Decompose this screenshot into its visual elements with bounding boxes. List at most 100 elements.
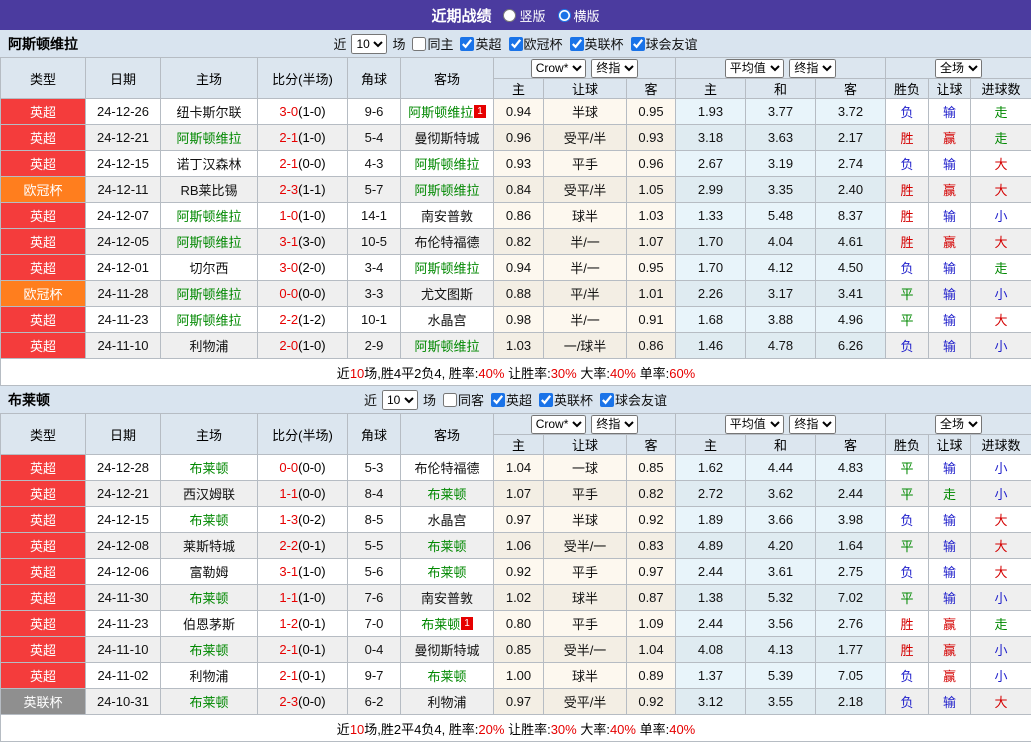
league-filter-friendly[interactable]: 球会友谊 bbox=[626, 34, 698, 53]
match-date: 24-12-05 bbox=[86, 229, 161, 255]
fulltime-score: 2-1 bbox=[279, 130, 298, 145]
odds-away: 0.86 bbox=[627, 333, 676, 359]
result-goals: 大 bbox=[971, 559, 1031, 585]
match-date: 24-12-15 bbox=[86, 151, 161, 177]
layout-option-horizontal[interactable]: 横版 bbox=[558, 6, 600, 25]
match-row: 英超24-12-15诺丁汉森林2-1(0-0)4-3阿斯顿维拉0.93平手0.9… bbox=[1, 151, 1031, 177]
friendly-checkbox[interactable] bbox=[631, 37, 645, 51]
avg-home: 1.46 bbox=[676, 333, 746, 359]
result-handicap: 输 bbox=[929, 455, 971, 481]
odds-handicap: 球半 bbox=[544, 663, 627, 689]
odds-period-select[interactable]: 终指 bbox=[591, 415, 638, 434]
ucl-checkbox[interactable] bbox=[509, 37, 523, 51]
team-name: 布莱顿 bbox=[189, 513, 228, 528]
avg-home: 4.89 bbox=[676, 533, 746, 559]
away-team: 布莱顿1 bbox=[401, 611, 494, 637]
odds-source-header: Crow* 终指 bbox=[494, 414, 676, 435]
summary-segment: 大率: bbox=[577, 366, 610, 381]
away-team: 南安普敦 bbox=[401, 203, 494, 229]
result-handicap: 赢 bbox=[929, 229, 971, 255]
odds-away: 0.87 bbox=[627, 585, 676, 611]
page-title: 近期战绩 bbox=[431, 5, 491, 26]
team-name: 南安普敦 bbox=[421, 209, 473, 224]
team-name: 布伦特福德 bbox=[414, 461, 479, 476]
avg-period-select[interactable]: 终指 bbox=[789, 59, 836, 78]
odds-handicap: 平手 bbox=[544, 481, 627, 507]
efl-cup-checkbox[interactable] bbox=[570, 37, 584, 51]
same-home-checkbox[interactable] bbox=[412, 37, 426, 51]
summary-segment: 让胜率: bbox=[504, 366, 550, 381]
team-name: 布莱顿 bbox=[189, 643, 228, 658]
result-goals: 小 bbox=[971, 663, 1031, 689]
team-name: 诺丁汉森林 bbox=[176, 157, 241, 172]
summary-segment: 场,胜2平4负4, 胜率: bbox=[364, 722, 478, 737]
corner-score: 5-5 bbox=[348, 533, 401, 559]
corner-score: 10-5 bbox=[348, 229, 401, 255]
scope-select[interactable]: 全场 bbox=[935, 59, 982, 78]
away-team: 尤文图斯 bbox=[401, 281, 494, 307]
team-name: 布莱顿 bbox=[189, 461, 228, 476]
filter-bar-brighton: 布莱顿 近 10 场 同客 英超 英联杯 球会友谊 bbox=[0, 386, 1031, 413]
summary-brighton: 近10场,胜2平4负4, 胜率:20% 让胜率:30% 大率:40% 单率:40… bbox=[1, 715, 1031, 742]
halftime-score: (0-1) bbox=[298, 668, 325, 683]
avg-source-select[interactable]: 平均值 bbox=[725, 59, 784, 78]
recent-count-select[interactable]: 10 bbox=[382, 390, 418, 410]
avg-draw: 4.04 bbox=[746, 229, 816, 255]
away-team: 曼彻斯特城 bbox=[401, 125, 494, 151]
odds-handicap: 球半 bbox=[544, 203, 627, 229]
result-outcome: 负 bbox=[886, 333, 929, 359]
home-team: 伯恩茅斯 bbox=[161, 611, 258, 637]
epl-checkbox[interactable] bbox=[491, 393, 505, 407]
home-team: 利物浦 bbox=[161, 333, 258, 359]
league-filter-efl-cup[interactable]: 英联杯 bbox=[565, 34, 624, 53]
league-filter-epl[interactable]: 英超 bbox=[455, 34, 501, 53]
avg-period-select[interactable]: 终指 bbox=[789, 415, 836, 434]
odds-source-select[interactable]: Crow* bbox=[531, 415, 586, 434]
league-filter-ucl[interactable]: 欧冠杯 bbox=[504, 34, 563, 53]
same-away-filter[interactable]: 同客 bbox=[438, 390, 484, 409]
odds-period-select[interactable]: 终指 bbox=[591, 59, 638, 78]
result-outcome: 负 bbox=[886, 255, 929, 281]
layout-option-vertical[interactable]: 竖版 bbox=[503, 6, 545, 25]
same-home-filter[interactable]: 同主 bbox=[407, 34, 453, 53]
result-handicap: 赢 bbox=[929, 177, 971, 203]
avg-draw: 3.62 bbox=[746, 481, 816, 507]
score: 1-0(1-0) bbox=[258, 203, 348, 229]
avg-draw: 4.44 bbox=[746, 455, 816, 481]
odds-source-select[interactable]: Crow* bbox=[531, 59, 586, 78]
corner-score: 8-5 bbox=[348, 507, 401, 533]
team-name: 西汉姆联 bbox=[183, 487, 235, 502]
odds-away: 0.91 bbox=[627, 307, 676, 333]
vertical-radio[interactable] bbox=[503, 9, 516, 22]
epl-checkbox[interactable] bbox=[460, 37, 474, 51]
col-header-score: 比分(半场) bbox=[258, 414, 348, 455]
avg-source-select[interactable]: 平均值 bbox=[725, 415, 784, 434]
match-row: 英超24-12-07阿斯顿维拉1-0(1-0)14-1南安普敦0.86球半1.0… bbox=[1, 203, 1031, 229]
result-goals: 小 bbox=[971, 333, 1031, 359]
fulltime-score: 3-1 bbox=[279, 564, 298, 579]
league-filter-epl[interactable]: 英超 bbox=[486, 390, 532, 409]
score: 3-1(1-0) bbox=[258, 559, 348, 585]
odds-away: 0.97 bbox=[627, 559, 676, 585]
horizontal-radio[interactable] bbox=[558, 9, 571, 22]
odds-handicap: 半球 bbox=[544, 507, 627, 533]
league-filter-friendly[interactable]: 球会友谊 bbox=[595, 390, 667, 409]
efl-cup-checkbox[interactable] bbox=[539, 393, 553, 407]
odds-home: 0.94 bbox=[494, 255, 544, 281]
team-name: 阿斯顿维拉 bbox=[176, 287, 241, 302]
recent-count-select[interactable]: 10 bbox=[351, 34, 387, 54]
halftime-score: (1-0) bbox=[298, 208, 325, 223]
home-team: 布莱顿 bbox=[161, 637, 258, 663]
odds-home: 0.84 bbox=[494, 177, 544, 203]
fulltime-score: 2-2 bbox=[279, 538, 298, 553]
odds-handicap: 一球 bbox=[544, 455, 627, 481]
odds-handicap: 受半/一 bbox=[544, 533, 627, 559]
friendly-checkbox[interactable] bbox=[600, 393, 614, 407]
league-filter-efl-cup[interactable]: 英联杯 bbox=[534, 390, 593, 409]
team-name-aston-villa: 阿斯顿维拉 bbox=[8, 34, 78, 54]
match-date: 24-12-11 bbox=[86, 177, 161, 203]
odds-handicap: 受平/半 bbox=[544, 689, 627, 715]
scope-select[interactable]: 全场 bbox=[935, 415, 982, 434]
same-away-checkbox[interactable] bbox=[443, 393, 457, 407]
match-date: 24-12-15 bbox=[86, 507, 161, 533]
